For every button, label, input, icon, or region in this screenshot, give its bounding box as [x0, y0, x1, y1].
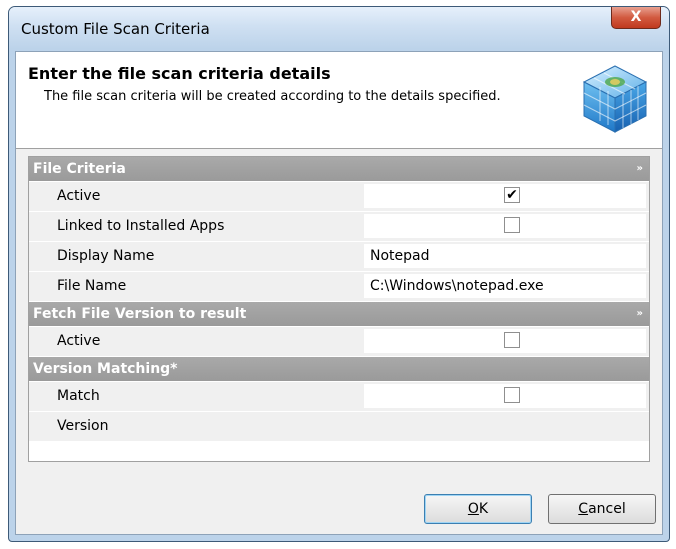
title-bar: Custom File Scan Criteria X	[9, 7, 669, 49]
cancel-accel: C	[578, 501, 589, 517]
row-label: Linked to Installed Apps	[57, 218, 225, 234]
header-panel: Enter the file scan criteria details The…	[16, 52, 662, 149]
category-fetch-file-version[interactable]: Fetch File Version to result »	[29, 302, 649, 326]
header-subtitle: The file scan criteria will be created a…	[44, 89, 501, 104]
cube-icon	[582, 65, 648, 133]
row-file-active: Active ✔	[29, 182, 649, 211]
collapse-icon[interactable]: »	[637, 157, 643, 181]
row-value	[364, 214, 646, 238]
close-button[interactable]: X	[611, 7, 661, 29]
dialog-client: Enter the file scan criteria details The…	[15, 51, 663, 535]
header-title: Enter the file scan criteria details	[28, 64, 331, 83]
collapse-icon[interactable]: »	[637, 302, 643, 326]
row-label: Version	[57, 418, 109, 434]
file-active-checkbox[interactable]: ✔	[504, 187, 520, 203]
category-version-matching[interactable]: Version Matching*	[29, 357, 649, 381]
category-file-criteria[interactable]: File Criteria »	[29, 157, 649, 181]
close-icon: X	[630, 9, 642, 25]
category-label: File Criteria	[33, 161, 126, 177]
linked-apps-checkbox[interactable]	[504, 217, 520, 233]
row-label: Active	[57, 333, 101, 349]
category-label: Version Matching*	[33, 361, 178, 377]
ok-accel: O	[467, 501, 479, 517]
row-fetch-active: Active	[29, 327, 649, 356]
row-label: File Name	[57, 278, 127, 294]
window-title: Custom File Scan Criteria	[21, 20, 210, 38]
ok-label-rest: K	[478, 501, 489, 517]
file-name-field[interactable]: C:\Windows\notepad.exe	[364, 274, 646, 298]
row-value	[364, 384, 646, 408]
row-version: Version	[29, 412, 649, 441]
display-name-field[interactable]: Notepad	[364, 244, 646, 268]
version-field	[364, 414, 646, 438]
ok-button[interactable]: OK	[424, 494, 532, 524]
match-checkbox[interactable]	[504, 387, 520, 403]
row-label: Display Name	[57, 248, 155, 264]
row-match: Match	[29, 382, 649, 411]
row-value	[364, 329, 646, 353]
cancel-button[interactable]: Cancel	[548, 494, 656, 524]
category-label: Fetch File Version to result	[33, 306, 247, 322]
row-label: Match	[57, 388, 100, 404]
row-label: Active	[57, 188, 101, 204]
cancel-label-rest: ancel	[588, 501, 626, 517]
property-grid: File Criteria » Active ✔ Linked to Insta…	[28, 156, 650, 462]
row-display-name: Display Name Notepad	[29, 242, 649, 271]
dialog-window: Custom File Scan Criteria X Enter the fi…	[8, 6, 670, 542]
fetch-active-checkbox[interactable]	[504, 332, 520, 348]
row-value: ✔	[364, 184, 646, 208]
row-file-name: File Name C:\Windows\notepad.exe	[29, 272, 649, 301]
row-linked-installed-apps: Linked to Installed Apps	[29, 212, 649, 241]
